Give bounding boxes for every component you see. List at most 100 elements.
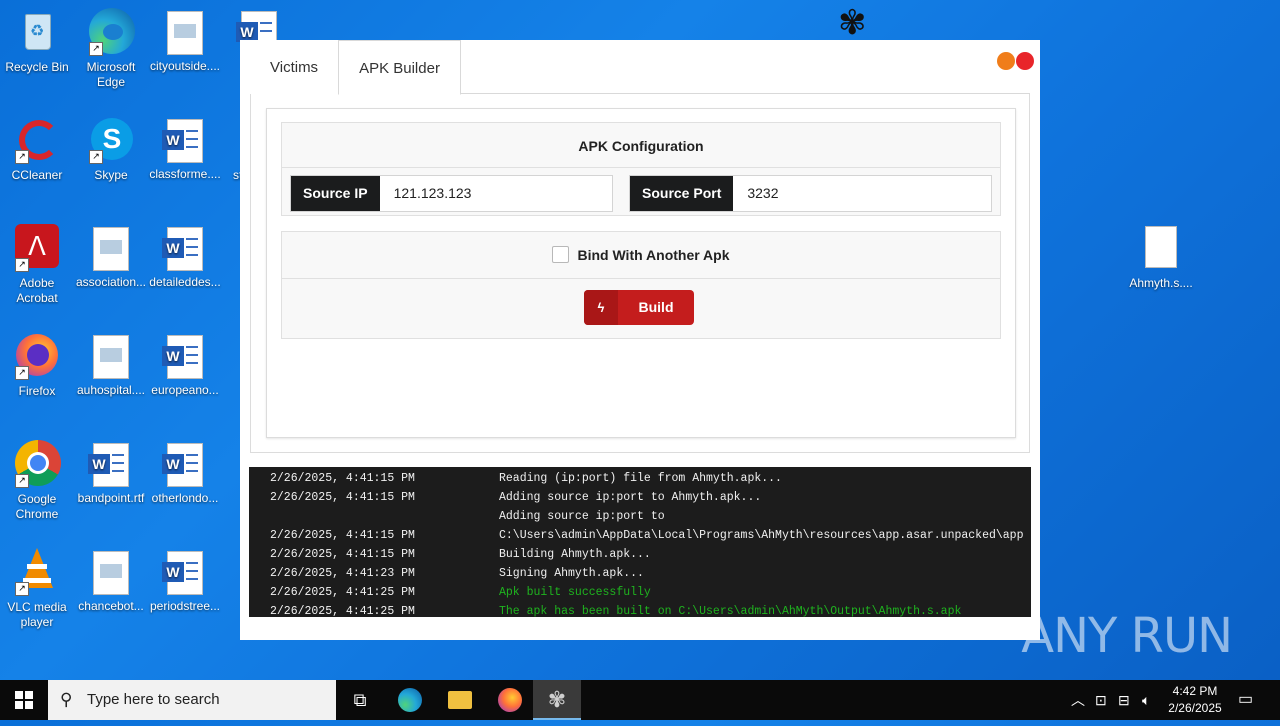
desktop-icon-skype[interactable]: S ↗ Skype [74, 116, 148, 183]
bind-row: Bind With Another Apk [282, 232, 1000, 279]
ahmyth-icon: ✾ [547, 687, 567, 712]
bind-checkbox[interactable] [552, 246, 570, 264]
image-file-icon [93, 551, 129, 595]
edge-icon: ↗ [87, 8, 135, 56]
desktop-icon-label: Google Chrome [15, 492, 59, 521]
taskbar-search[interactable]: ⚲ Type here to search [48, 680, 336, 720]
firefox-icon [498, 688, 522, 712]
close-button[interactable] [1016, 52, 1034, 70]
desktop-icon-label: Microsoft Edge [86, 60, 136, 89]
desktop-icon-chancebot[interactable]: chancebot... [74, 548, 148, 614]
folder-icon [448, 691, 472, 709]
desktop-icon-label: otherlondo... [151, 491, 219, 505]
source-ip-group: Source IP 121.123.123 [290, 175, 613, 212]
chrome-icon: ↗ [13, 440, 61, 488]
word-file-icon: W [88, 443, 129, 487]
firefox-icon: ↗ [13, 332, 61, 380]
desktop-icon-label: europeano... [151, 383, 219, 397]
desktop-icon-ahmyth-apk[interactable]: Ahmyth.s.... [1124, 224, 1198, 291]
desktop-icon-ccleaner[interactable]: ↗ CCleaner [0, 116, 74, 183]
taskbar-firefox[interactable] [486, 680, 534, 720]
desktop-icon-label: auhospital.... [76, 383, 146, 397]
start-button[interactable] [0, 680, 48, 720]
clock-date: 2/26/2025 [1168, 701, 1222, 715]
tab-bar: Victims APK Builder [250, 40, 461, 95]
skype-icon: S ↗ [87, 116, 135, 164]
desktop-icon-label: Adobe Acrobat [16, 276, 58, 305]
clock-time: 4:42 PM [1172, 684, 1218, 698]
desktop-icon-label: bandpoint.rtf [77, 491, 145, 505]
source-ip-input[interactable]: 121.123.123 [380, 176, 486, 211]
source-port-group: Source Port 3232 [629, 175, 992, 212]
tab-apk-builder[interactable]: APK Builder [338, 40, 461, 95]
ccleaner-icon: ↗ [13, 116, 61, 164]
network-icon[interactable]: ⊡ [1095, 680, 1107, 720]
desktop-icon-association[interactable]: association... [74, 224, 148, 290]
taskbar: ⚲ Type here to search ⧉ ✾ ︿ ⊡ ⊟ 🔈︎ 4:42 … [0, 680, 1280, 720]
bind-section: Bind With Another Apk ϟ Build [281, 231, 1001, 339]
desktop-icon-google-chrome[interactable]: ↗ Google Chrome [0, 440, 74, 522]
taskbar-edge[interactable] [386, 680, 434, 720]
desktop-icon-label: Ahmyth.s.... [1129, 276, 1193, 290]
desktop-icon-label: detaileddes... [149, 275, 221, 289]
image-file-icon [93, 335, 129, 379]
desktop-icon-cityoutside[interactable]: cityoutside.... [148, 8, 222, 74]
desktop-icon-firefox[interactable]: ↗ Firefox [0, 332, 74, 399]
desktop-icon-label: CCleaner [11, 168, 63, 182]
source-ip-label: Source IP [291, 176, 380, 211]
source-port-input[interactable]: 3232 [733, 176, 792, 211]
taskbar-ahmyth[interactable]: ✾ [533, 680, 581, 720]
desktop-icon-label: chancebot... [78, 599, 144, 613]
file-icon [1137, 224, 1185, 272]
taskbar-clock[interactable]: 4:42 PM 2/26/2025 [1160, 683, 1230, 717]
desktop-icon-otherlondo[interactable]: W otherlondo... [148, 440, 222, 506]
ethernet-icon[interactable]: ⊟ [1118, 680, 1130, 720]
tab-victims[interactable]: Victims [250, 40, 338, 93]
apk-configuration-section: APK Configuration Source IP 121.123.123 … [281, 122, 1001, 216]
word-file-icon: W [162, 119, 203, 163]
desktop-icon-europeano[interactable]: W europeano... [148, 332, 222, 398]
anyrun-watermark: ANY RUN [1021, 608, 1233, 664]
source-port-label: Source Port [630, 176, 734, 211]
desktop-icon-vlc[interactable]: ↗ VLC media player [0, 548, 74, 630]
desktop-icon-adobe-acrobat[interactable]: ⴷ ↗ Adobe Acrobat [0, 224, 74, 306]
apk-builder-panel: APK Configuration Source IP 121.123.123 … [250, 94, 1030, 453]
edge-icon [398, 688, 422, 712]
desktop-icon-detaileddes[interactable]: W detaileddes... [148, 224, 222, 290]
bind-label: Bind With Another Apk [577, 247, 730, 263]
show-hidden-icons[interactable]: ︿ [1071, 680, 1085, 720]
desktop-icon-label: periodstree... [149, 599, 221, 613]
search-placeholder: Type here to search [87, 691, 220, 708]
search-icon: ⚲ [60, 690, 73, 709]
image-file-icon [167, 11, 203, 55]
image-file-icon [93, 227, 129, 271]
desktop-icon-recycle-bin[interactable]: ♻ Recycle Bin [0, 8, 74, 75]
section-title: APK Configuration [282, 123, 1000, 168]
minimize-button[interactable] [997, 52, 1015, 70]
desktop-icon-auhospital[interactable]: auhospital.... [74, 332, 148, 398]
desktop-icon-label: Recycle Bin [5, 60, 69, 74]
word-file-icon: W [162, 443, 203, 487]
recycle-bin-icon: ♻ [13, 8, 61, 56]
build-button[interactable]: ϟ Build [584, 290, 694, 325]
taskbar-file-explorer[interactable] [436, 680, 484, 720]
desktop-icon-label: Skype [94, 168, 128, 182]
ahmyth-window: Victims APK Builder APK Configuration So… [240, 40, 1040, 640]
desktop-icon-edge[interactable]: ↗ Microsoft Edge [74, 8, 148, 90]
desktop-icon-label: Firefox [18, 384, 56, 398]
desktop-icon-periodstree[interactable]: W periodstree... [148, 548, 222, 614]
builder-card: APK Configuration Source IP 121.123.123 … [266, 108, 1016, 438]
desktop-icon-bandpoint[interactable]: W bandpoint.rtf [74, 440, 148, 506]
task-view-button[interactable]: ⧉ [336, 680, 384, 720]
adobe-acrobat-icon: ⴷ ↗ [13, 224, 61, 272]
windows-icon [15, 691, 33, 709]
word-file-icon: W [162, 227, 203, 271]
bolt-icon: ϟ [584, 290, 618, 325]
word-file-icon: W [162, 551, 203, 595]
desktop-icon-label: association... [75, 275, 147, 289]
desktop-icon-label: cityoutside.... [149, 59, 221, 73]
desktop-icon-label: VLC media player [7, 600, 67, 629]
notification-icon[interactable]: ▭ [1238, 680, 1253, 720]
volume-icon[interactable]: 🔈︎ [1142, 680, 1150, 720]
log-console: 2/26/2025, 4:41:15 PM Reading (ip:port) f… [249, 467, 1031, 617]
